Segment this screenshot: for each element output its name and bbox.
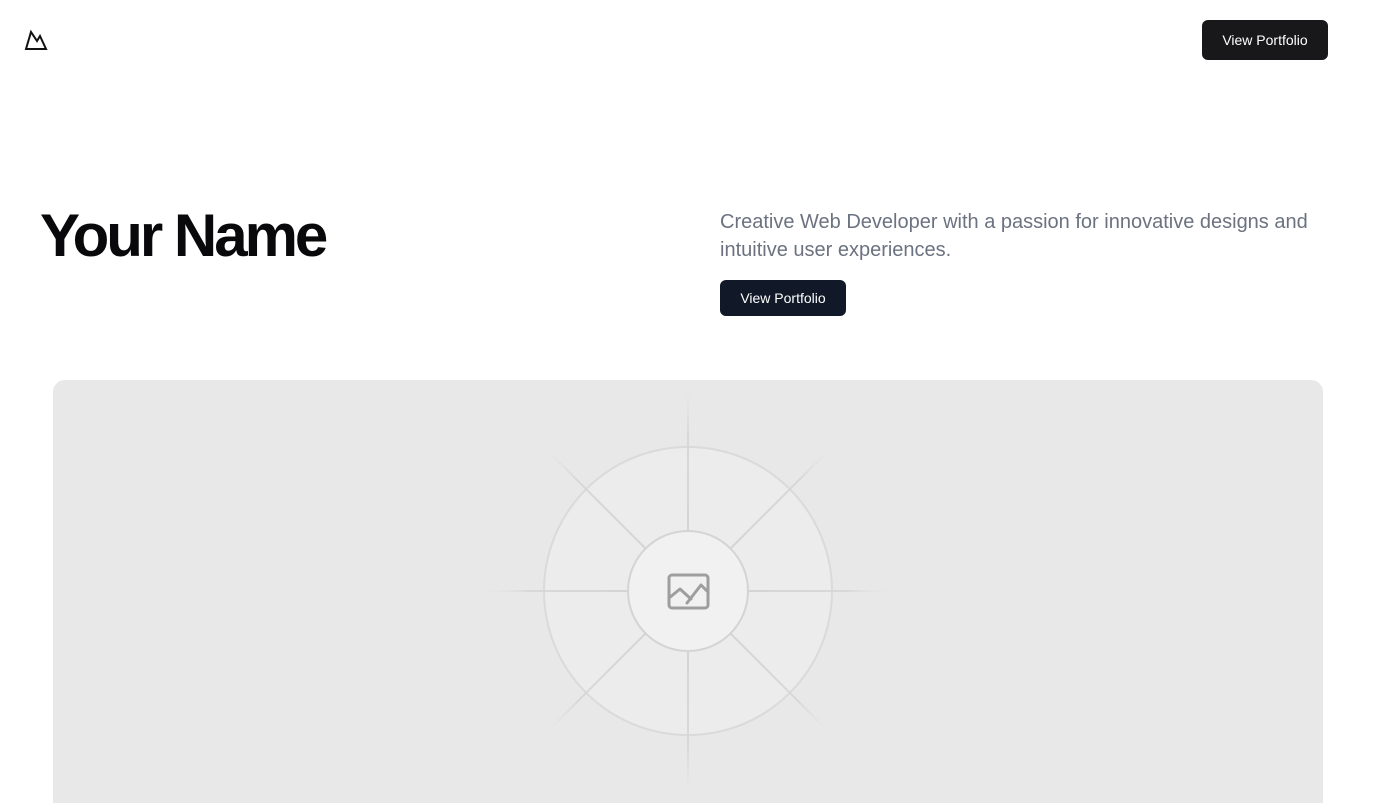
hero-view-portfolio-button[interactable]: View Portfolio bbox=[720, 280, 846, 316]
hero-title: Your Name bbox=[40, 202, 328, 269]
page: View Portfolio Your Name Creative Web De… bbox=[0, 0, 1376, 803]
placeholder-graphic bbox=[478, 380, 898, 803]
hero-description: Creative Web Developer with a passion fo… bbox=[720, 211, 1308, 261]
inner-circle bbox=[627, 530, 749, 652]
site-header: View Portfolio bbox=[0, 0, 1376, 80]
image-placeholder bbox=[53, 380, 1323, 803]
mountain-icon[interactable] bbox=[24, 29, 48, 51]
view-portfolio-button[interactable]: View Portfolio bbox=[1202, 20, 1328, 60]
